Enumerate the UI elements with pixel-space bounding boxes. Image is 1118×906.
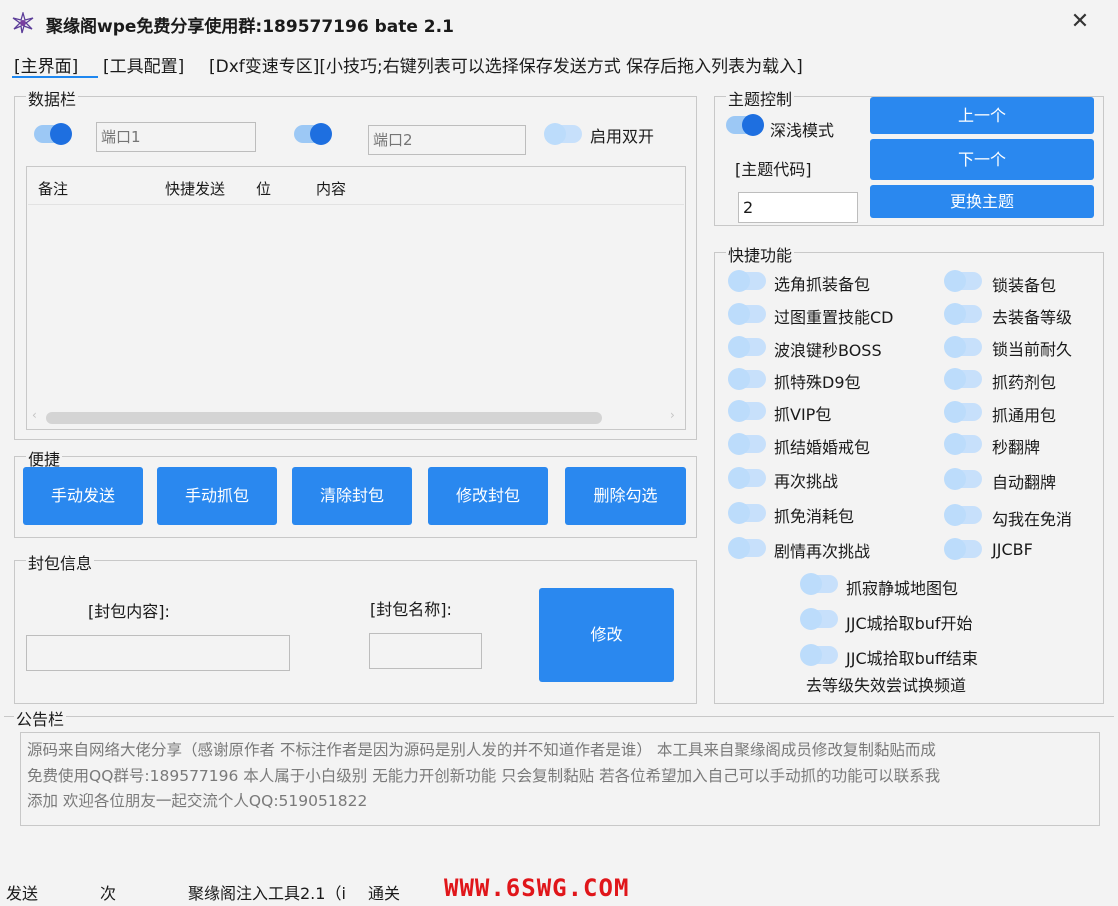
toggle-reset-skill-cd[interactable] bbox=[728, 303, 766, 325]
toggle-special-d9[interactable] bbox=[728, 368, 766, 390]
label-generic-packet: 抓通用包 bbox=[992, 406, 1057, 425]
label-no-consume: 抓免消耗包 bbox=[774, 507, 855, 526]
notice-line-2: 免费使用QQ群号:189577196 本人属于小白级别 无能力开创新功能 只会复… bbox=[27, 767, 941, 785]
tab-main[interactable]: [主界面] bbox=[14, 52, 78, 77]
port1-input[interactable] bbox=[96, 122, 256, 152]
label-check-free: 勾我在免消 bbox=[992, 510, 1073, 529]
label-retry-challenge: 再次挑战 bbox=[774, 472, 839, 491]
label-story-retry: 剧情再次挑战 bbox=[774, 542, 871, 561]
packet-info-title: 封包信息 bbox=[26, 550, 95, 574]
label-silent-city-map: 抓寂静城地图包 bbox=[846, 579, 959, 598]
toggle-jjcbf[interactable] bbox=[944, 538, 982, 560]
theme-panel-title: 主题控制 bbox=[726, 86, 795, 110]
packet-content-label: [封包内容]: bbox=[88, 602, 170, 621]
manual-capture-button[interactable]: 手动抓包 bbox=[157, 467, 277, 525]
list-header-divider bbox=[28, 204, 684, 205]
clear-packets-button[interactable]: 清除封包 bbox=[292, 467, 412, 525]
toggle-lock-equip[interactable] bbox=[944, 270, 982, 292]
packet-list[interactable] bbox=[26, 166, 686, 430]
close-icon[interactable]: ✕ bbox=[1066, 8, 1094, 36]
quick-functions-note: 去等级失效尝试换频道 bbox=[806, 676, 967, 695]
toggle-jjc-buff-end[interactable] bbox=[800, 644, 838, 666]
status-send-label: 发送 bbox=[6, 884, 39, 903]
site-watermark: WWW.6SWG.COM bbox=[444, 874, 630, 902]
toggle-wave-key-boss[interactable] bbox=[728, 336, 766, 358]
port1-toggle[interactable] bbox=[34, 123, 72, 145]
notice-title: 公告栏 bbox=[14, 706, 67, 730]
quick-functions-title: 快捷功能 bbox=[726, 242, 795, 266]
theme-code-input[interactable]: 2 bbox=[738, 192, 858, 223]
label-reset-skill-cd: 过图重置技能CD bbox=[774, 308, 894, 327]
status-pass-label: 通关 bbox=[368, 884, 401, 903]
edit-packet-button[interactable]: 修改封包 bbox=[428, 467, 548, 525]
dark-mode-toggle[interactable] bbox=[726, 114, 764, 136]
toggle-generic-packet[interactable] bbox=[944, 401, 982, 423]
packet-name-label: [封包名称]: bbox=[370, 600, 452, 619]
label-wedding-ring: 抓结婚婚戒包 bbox=[774, 438, 871, 457]
theme-code-label: [主题代码] bbox=[735, 160, 812, 179]
port2-input[interactable] bbox=[368, 125, 526, 155]
column-header-quick-send[interactable]: 快捷发送 bbox=[165, 178, 225, 199]
status-tool-label: 聚缘阁注入工具2.1（i bbox=[188, 884, 346, 903]
window-title: 聚缘阁wpe免费分享使用群:189577196 bate 2.1 bbox=[46, 17, 454, 37]
toggle-potion-packet[interactable] bbox=[944, 368, 982, 390]
tab-dxf-speed[interactable]: [Dxf变速专区][小技巧;右键列表可以选择保存发送方式 保存后拖入列表为载入] bbox=[209, 52, 803, 77]
dual-open-label: 启用双开 bbox=[590, 127, 655, 146]
label-jjc-buff-end: JJC城拾取buff结束 bbox=[846, 649, 978, 668]
column-header-position[interactable]: 位 bbox=[256, 178, 271, 199]
packet-name-input[interactable] bbox=[369, 633, 482, 669]
label-vip-packet: 抓VIP包 bbox=[774, 405, 832, 424]
toggle-remove-equip-level[interactable] bbox=[944, 303, 982, 325]
toggle-jjc-buff-start[interactable] bbox=[800, 608, 838, 630]
notice-line-1: 源码来自网络大佬分享（感谢原作者 不标注作者是因为源码是别人发的并不知道作者是谁… bbox=[27, 741, 936, 759]
toggle-vip-packet[interactable] bbox=[728, 400, 766, 422]
label-remove-equip-level: 去装备等级 bbox=[992, 308, 1073, 327]
toggle-retry-challenge[interactable] bbox=[728, 467, 766, 489]
toggle-instant-flip[interactable] bbox=[944, 433, 982, 455]
toggle-lock-durability[interactable] bbox=[944, 336, 982, 358]
toggle-auto-flip[interactable] bbox=[944, 468, 982, 490]
label-auto-flip: 自动翻牌 bbox=[992, 473, 1057, 492]
label-lock-durability: 锁当前耐久 bbox=[992, 340, 1073, 359]
scroll-right-icon[interactable]: › bbox=[670, 408, 675, 422]
port2-toggle[interactable] bbox=[294, 123, 332, 145]
active-tab-indicator bbox=[12, 76, 98, 78]
manual-send-button[interactable]: 手动发送 bbox=[23, 467, 143, 525]
notice-divider bbox=[4, 716, 1114, 717]
dark-mode-label: 深浅模式 bbox=[770, 121, 835, 140]
label-jjcbf: JJCBF bbox=[992, 540, 1033, 559]
toggle-wedding-ring[interactable] bbox=[728, 433, 766, 455]
horizontal-scrollbar[interactable] bbox=[46, 412, 602, 424]
label-wave-key-boss: 波浪键秒BOSS bbox=[774, 341, 882, 360]
label-potion-packet: 抓药剂包 bbox=[992, 373, 1057, 392]
title-bar: 聚缘阁wpe免费分享使用群:189577196 bate 2.1 ✕ bbox=[0, 0, 1118, 46]
delete-checked-button[interactable]: 删除勾选 bbox=[565, 467, 686, 525]
toggle-no-consume[interactable] bbox=[728, 502, 766, 524]
label-special-d9: 抓特殊D9包 bbox=[774, 373, 861, 392]
label-lock-equip: 锁装备包 bbox=[992, 276, 1057, 295]
label-jjc-buff-start: JJC城拾取buf开始 bbox=[846, 614, 973, 633]
label-select-char-equip: 选角抓装备包 bbox=[774, 275, 871, 294]
column-header-note[interactable]: 备注 bbox=[38, 178, 68, 199]
toggle-select-char-equip[interactable] bbox=[728, 270, 766, 292]
app-logo-icon bbox=[12, 12, 34, 34]
status-count-label: 次 bbox=[100, 884, 117, 903]
toggle-check-free[interactable] bbox=[944, 504, 982, 526]
data-panel-title: 数据栏 bbox=[26, 86, 79, 110]
next-theme-button[interactable]: 下一个 bbox=[870, 139, 1094, 180]
packet-content-input[interactable] bbox=[26, 635, 290, 671]
prev-theme-button[interactable]: 上一个 bbox=[870, 97, 1094, 134]
notice-line-3: 添加 欢迎各位朋友一起交流个人QQ:519051822 bbox=[27, 792, 368, 810]
tab-tool-config[interactable]: [工具配置] bbox=[103, 52, 184, 77]
column-header-content[interactable]: 内容 bbox=[316, 178, 346, 199]
toggle-silent-city-map[interactable] bbox=[800, 573, 838, 595]
toggle-story-retry[interactable] bbox=[728, 537, 766, 559]
modify-button[interactable]: 修改 bbox=[539, 588, 674, 682]
scroll-left-icon[interactable]: ‹ bbox=[32, 408, 37, 422]
dual-open-toggle[interactable] bbox=[544, 123, 582, 145]
label-instant-flip: 秒翻牌 bbox=[992, 438, 1041, 457]
change-theme-button[interactable]: 更换主题 bbox=[870, 185, 1094, 218]
